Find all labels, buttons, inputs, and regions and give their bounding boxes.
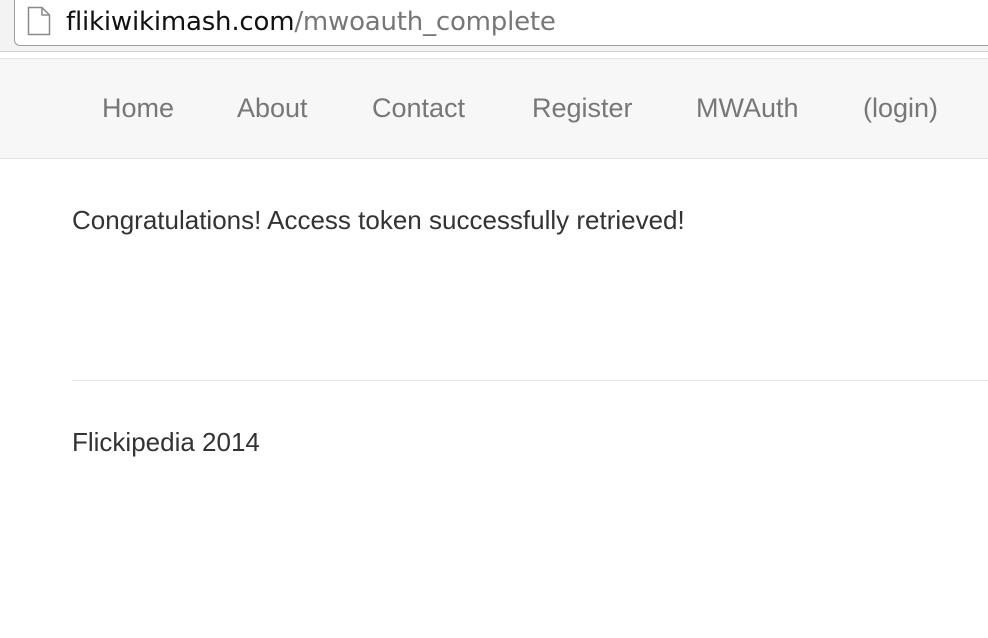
- url-path: /mwoauth_complete: [294, 7, 556, 37]
- document-icon: [27, 6, 51, 36]
- footer-divider: [72, 380, 988, 381]
- nav-link-about[interactable]: About: [237, 90, 308, 126]
- nav-link-home[interactable]: Home: [102, 90, 174, 126]
- browser-address-bar-area: flikiwikimash.com/mwoauth_complete: [0, 0, 988, 52]
- url-domain: flikiwikimash.com: [66, 7, 295, 37]
- nav-link-register[interactable]: Register: [532, 90, 633, 126]
- url-text[interactable]: flikiwikimash.com/mwoauth_complete: [66, 4, 556, 40]
- success-message: Congratulations! Access token successful…: [72, 205, 685, 235]
- nav-link-contact[interactable]: Contact: [372, 90, 465, 126]
- navbar: Home About Contact Register MWAuth (logi…: [0, 58, 988, 159]
- footer-text: Flickipedia 2014: [72, 427, 260, 457]
- nav-link-mwauth[interactable]: MWAuth: [696, 90, 799, 126]
- nav-link-login[interactable]: (login): [863, 90, 938, 126]
